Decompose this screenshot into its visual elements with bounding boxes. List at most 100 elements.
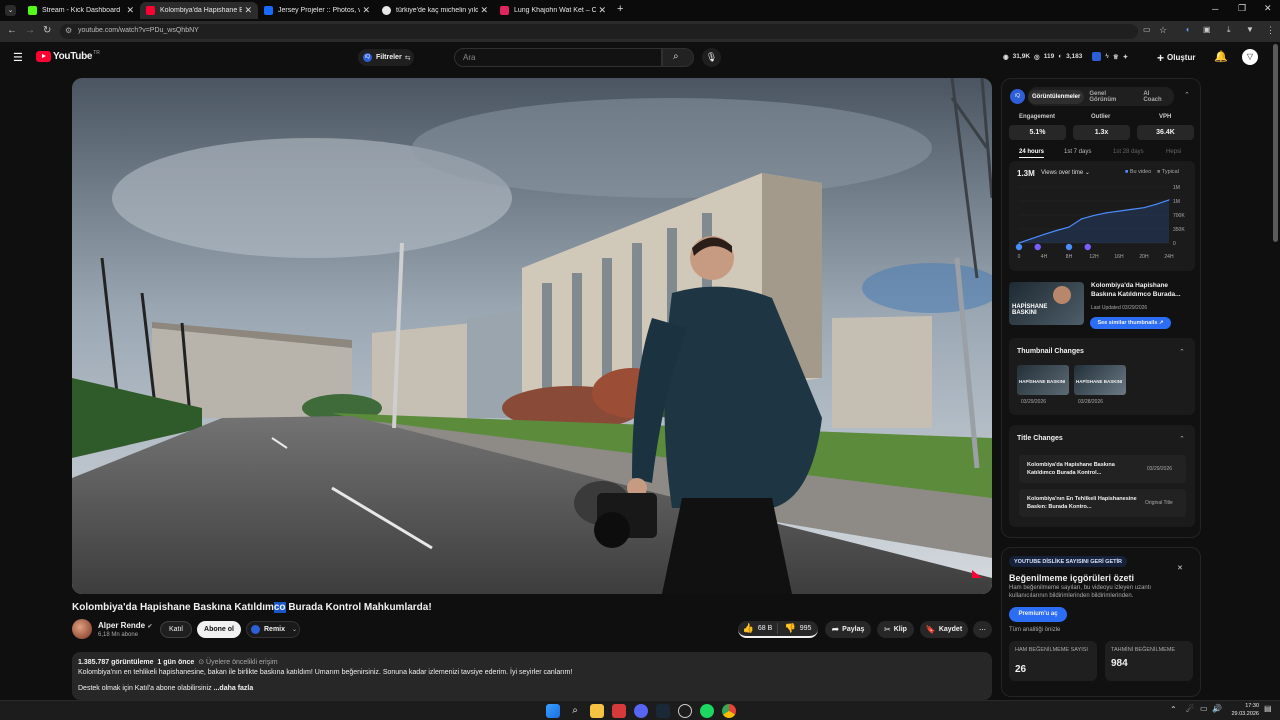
tab-views[interactable]: Görüntülenmeler: [1028, 89, 1085, 104]
maximize-icon[interactable]: ❐: [1238, 3, 1246, 14]
dislike-button[interactable]: 👎 995: [778, 623, 818, 634]
close-tab-icon[interactable]: ✕: [362, 5, 370, 16]
minimize-icon[interactable]: ─: [1212, 4, 1218, 14]
description-box[interactable]: 1.385.787 görüntüleme 1 gün önce ⊙ Üyele…: [72, 652, 992, 700]
like-button[interactable]: 👍 68 B: [738, 623, 778, 634]
youtube-logo[interactable]: YouTube TR: [36, 50, 100, 62]
bolt-icon[interactable]: ϟ: [1105, 53, 1108, 60]
preview-analytics-link[interactable]: Tüm analitiği önizle: [1009, 627, 1060, 633]
search-input[interactable]: Ara: [454, 48, 662, 67]
volume-icon[interactable]: 🔊: [1212, 704, 1222, 713]
tray-app-icon[interactable]: ☄: [1186, 704, 1194, 715]
new-tab-icon[interactable]: +: [617, 3, 623, 15]
create-button[interactable]: + Oluştur: [1157, 49, 1195, 66]
collapse-chevron-icon[interactable]: ⌃: [1184, 91, 1190, 99]
bookmark-icon: 🔖: [925, 625, 936, 634]
discord-icon[interactable]: [634, 704, 648, 718]
back-icon[interactable]: ←: [7, 25, 17, 36]
account-avatar[interactable]: ▽: [1242, 49, 1258, 65]
verified-icon: ✔: [147, 624, 153, 630]
file-explorer-icon[interactable]: [590, 704, 604, 718]
chrome-icon[interactable]: [722, 704, 736, 718]
extensions-puzzle-icon[interactable]: ▣: [1203, 25, 1211, 34]
dislike-badge: YOUTUBE DİSLİKE SAYISINI GERİ GETİR: [1009, 556, 1127, 567]
see-similar-button[interactable]: See similar thumbnails ↗: [1090, 317, 1171, 329]
metric-select[interactable]: Views over time ⌄: [1041, 169, 1090, 176]
bookmark-star-icon[interactable]: ☆: [1159, 25, 1167, 36]
close-tab-icon[interactable]: ✕: [598, 5, 606, 16]
close-icon[interactable]: ✕: [1177, 564, 1183, 572]
search-placeholder: Ara: [463, 53, 476, 62]
thumbnail-overlay-text: HAPİSHANE BASKINI: [1012, 304, 1048, 316]
extension-icon-1[interactable]: ◖: [1185, 25, 1190, 34]
reload-icon[interactable]: ↻: [43, 25, 51, 36]
filters-button[interactable]: iQ Filtreler ⇆: [358, 49, 414, 66]
address-bar[interactable]: ⚙ youtube.com/watch?v=PDu_wsQhbNY: [60, 24, 1138, 39]
metric-select-label: Views over time: [1041, 170, 1084, 176]
spotify-icon[interactable]: [700, 704, 714, 718]
collapse-chevron-icon[interactable]: ⌃: [1179, 435, 1185, 443]
tab-behance[interactable]: Jersey Projeler :: Photos, videos ✕: [258, 2, 376, 19]
thumb-history-2[interactable]: HAPİSHANE BASKINI: [1074, 365, 1126, 395]
subscribe-button[interactable]: Abone ol: [197, 621, 241, 638]
cast-icon[interactable]: ▭: [1143, 25, 1151, 34]
notification-center-icon[interactable]: ▤: [1264, 704, 1272, 713]
close-window-icon[interactable]: ✕: [1264, 3, 1272, 14]
profile-avatar-icon[interactable]: ▼: [1246, 25, 1254, 34]
tab-lung-khajohn[interactable]: Lung Khajohn Wat Ket – Chiang ✕: [494, 2, 612, 19]
vidiq-icon: [251, 625, 260, 634]
close-tab-icon[interactable]: ✕: [126, 5, 134, 16]
join-button[interactable]: Katıl: [160, 621, 192, 638]
range-all[interactable]: Hepsi: [1166, 149, 1181, 155]
tab-menu-icon[interactable]: ⌄: [5, 5, 16, 16]
search-button[interactable]: ⌕: [662, 48, 694, 67]
steam-icon[interactable]: [656, 704, 670, 718]
browser-menu-icon[interactable]: ⋮: [1266, 25, 1275, 36]
tab-kick[interactable]: Stream - Kick Dashboard ✕: [22, 2, 140, 19]
tab-ai-coach[interactable]: AI Coach: [1137, 87, 1174, 107]
more-actions-button[interactable]: ⋯: [973, 621, 992, 638]
filters-label: Filtreler: [376, 54, 402, 61]
app-icon-red[interactable]: [612, 704, 626, 718]
tab-youtube[interactable]: Kolombiya'da Hapishane Baskı ✕: [140, 2, 258, 19]
close-tab-icon[interactable]: ✕: [244, 5, 252, 16]
close-tab-icon[interactable]: ✕: [480, 5, 488, 16]
remix-button[interactable]: Remix ⌄: [246, 621, 300, 638]
tab-google[interactable]: türkiye'de kaç michelin yıldızlı ✕: [376, 2, 494, 19]
show-more-link[interactable]: ...daha fazla: [214, 685, 254, 692]
voice-search-button[interactable]: 🎙: [702, 48, 721, 67]
thumb-history-1[interactable]: HAPİSHANE BASKINI: [1017, 365, 1069, 395]
forward-icon[interactable]: →: [25, 25, 35, 36]
hamburger-menu-icon[interactable]: ☰: [13, 51, 23, 64]
notifications-bell-icon[interactable]: 🔔: [1214, 50, 1228, 63]
channel-avatar[interactable]: [72, 619, 92, 639]
site-info-icon[interactable]: ⚙: [65, 26, 72, 35]
network-icon[interactable]: ▭: [1200, 704, 1208, 713]
range-28d[interactable]: 1st 28 days: [1113, 149, 1144, 155]
thumbnail-image[interactable]: HAPİSHANE BASKINI: [1009, 282, 1084, 325]
video-player[interactable]: [72, 78, 992, 594]
save-button[interactable]: 🔖 Kaydet: [920, 621, 968, 638]
premium-button[interactable]: Premium'u aç: [1009, 607, 1067, 622]
channel-name-row[interactable]: Alper Rende ✔: [98, 621, 152, 630]
trophy-icon[interactable]: ♕: [1113, 53, 1119, 61]
share-button[interactable]: ➦ Paylaş: [825, 621, 871, 638]
external-link-icon: ↗: [1158, 320, 1164, 326]
tray-chevron-icon[interactable]: ⌃: [1170, 705, 1177, 714]
clip-button[interactable]: ✂ Klip: [877, 621, 914, 638]
range-24h[interactable]: 24 hours: [1019, 149, 1045, 158]
range-7d[interactable]: 1st 7 days: [1064, 149, 1091, 155]
collapse-chevron-icon[interactable]: ⌃: [1179, 348, 1185, 356]
sparkle-icon[interactable]: ✦: [1123, 53, 1128, 61]
search-icon[interactable]: ⌕: [568, 704, 582, 718]
description-line: Destek olmak için Katıl'a abone olabilir…: [78, 685, 986, 692]
app-icon-circle[interactable]: [678, 704, 692, 718]
vidiq-icon[interactable]: [1092, 52, 1102, 61]
channel-name[interactable]: Alper Rende: [98, 621, 145, 630]
clock[interactable]: 17:30 29.03.2026: [1230, 702, 1259, 718]
downloads-icon[interactable]: ⤓: [1227, 25, 1231, 35]
page-scrollbar[interactable]: [1273, 44, 1278, 242]
vidiq-logo-icon: iQ: [1010, 89, 1025, 104]
tab-overview[interactable]: Genel Görünüm: [1084, 87, 1137, 107]
start-windows-icon[interactable]: [546, 704, 560, 718]
